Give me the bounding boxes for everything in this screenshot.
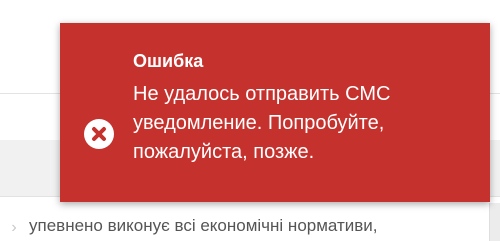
toast-message: Не удалось отправить СМС уведомление. По… bbox=[133, 83, 391, 163]
vertical-scrollbar[interactable] bbox=[489, 203, 500, 241]
toast-title: Ошибка bbox=[133, 51, 204, 71]
page-top-band bbox=[0, 0, 500, 20]
error-toast[interactable]: Ошибка Не удалось отправить СМС уведомле… bbox=[60, 23, 490, 202]
page-text-row: › упевнено виконує всі економічні нормат… bbox=[0, 204, 489, 241]
chevron-right-icon: › bbox=[11, 219, 17, 236]
page-background: › упевнено виконує всі економічні нормат… bbox=[0, 0, 500, 241]
page-text: упевнено виконує всі економічні норматив… bbox=[29, 216, 378, 235]
error-x-circle-icon bbox=[84, 119, 114, 149]
